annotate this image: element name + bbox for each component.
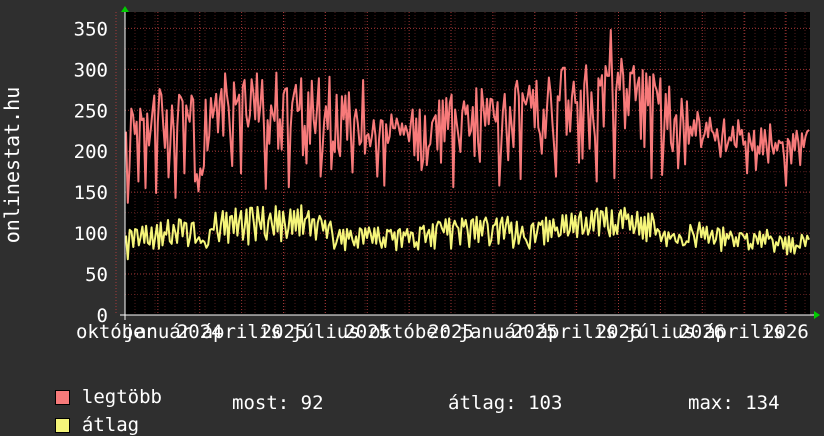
y-tick-labels: 050100150200250300350 xyxy=(74,18,108,327)
y-tick-label: 100 xyxy=(74,223,108,245)
y-tick-label: 150 xyxy=(74,182,108,204)
y-axis-arrow xyxy=(121,6,129,12)
y-tick-label: 200 xyxy=(74,141,108,163)
plot-area xyxy=(125,12,810,315)
x-tick-labels: októberjanuár2024április2025július2025ok… xyxy=(76,321,809,343)
legend-swatch-atlag xyxy=(54,418,70,433)
y-tick-label: 250 xyxy=(74,100,108,122)
x-axis-arrow xyxy=(814,311,820,319)
x-tick-label: 2026 xyxy=(763,321,809,343)
y-tick-label: 300 xyxy=(74,59,108,81)
y-tick-label: 50 xyxy=(85,264,108,286)
legend-item-atlag: átlag xyxy=(32,392,139,436)
legend-label-atlag: átlag xyxy=(81,414,140,436)
y-axis-label: onlinestat.hu xyxy=(0,87,24,244)
stat-atlag: átlag: 103 xyxy=(448,392,563,414)
stat-max: max: 134 xyxy=(688,392,780,414)
y-tick-label: 350 xyxy=(74,18,108,40)
stat-most: most: 92 xyxy=(232,392,324,414)
